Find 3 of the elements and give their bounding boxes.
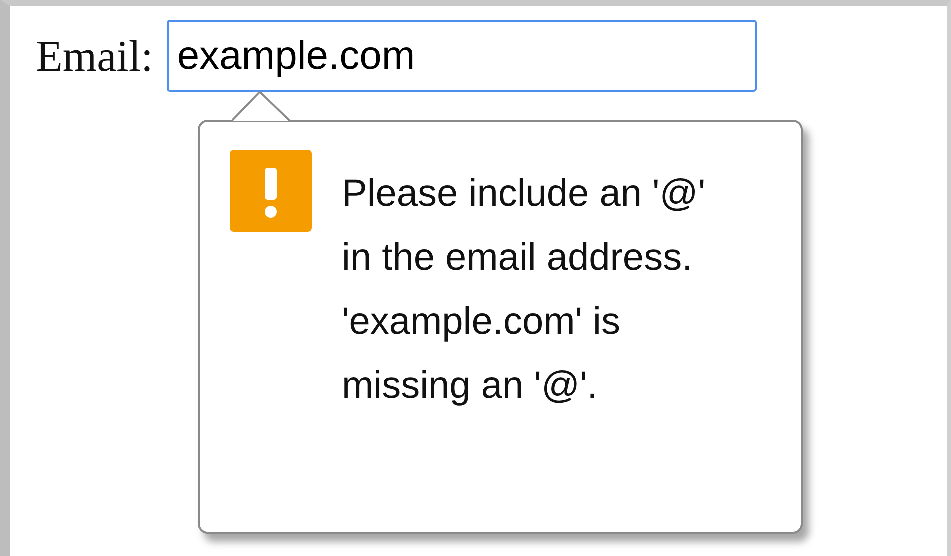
field-label: Email: [36,30,154,82]
warning-icon [230,150,312,232]
validation-message: Please include an '@' in the email address. 'example.com' is missing an '@'. [342,172,707,409]
